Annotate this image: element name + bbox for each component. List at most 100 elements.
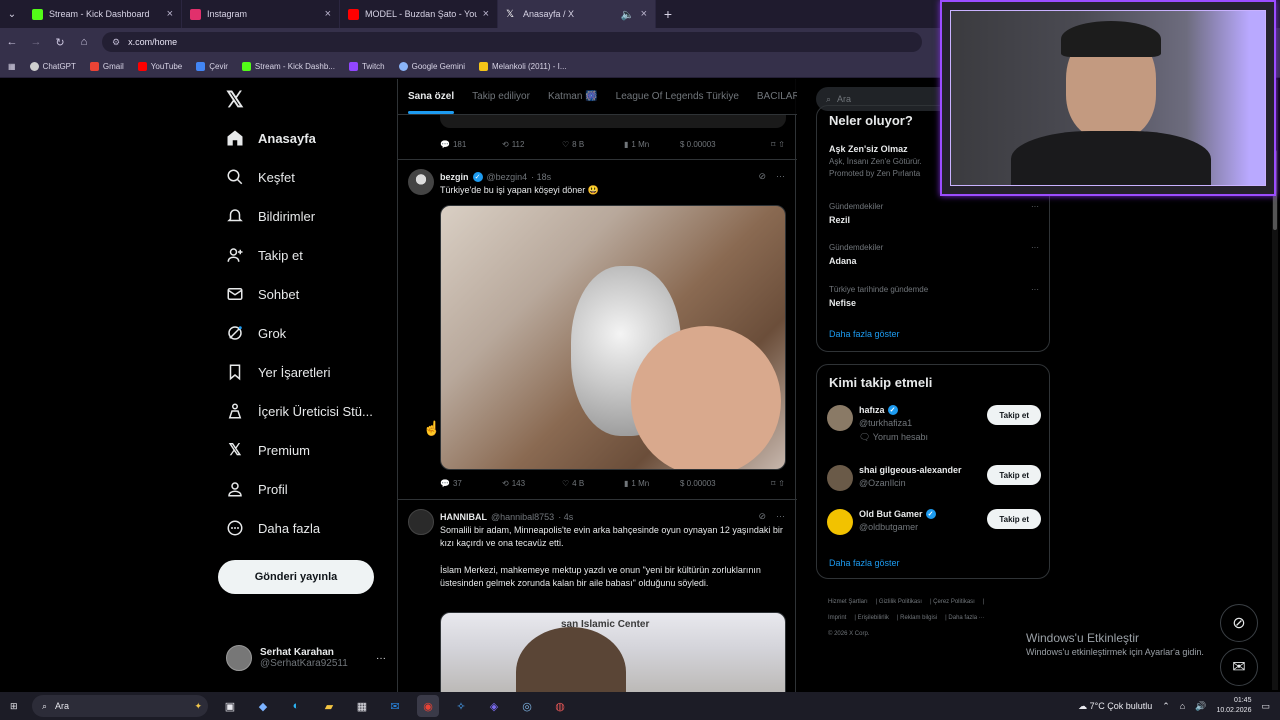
author-name[interactable]: bezgin <box>440 172 469 182</box>
footer-link[interactable]: Daha fazla ··· <box>948 615 984 621</box>
tab-kick[interactable]: Stream - Kick Dashboard × <box>24 0 182 28</box>
follow-button[interactable]: Takip et <box>987 509 1041 529</box>
url-field[interactable]: ⚙ x.com/home <box>102 32 922 52</box>
outlook-icon[interactable]: ✉ <box>384 695 406 717</box>
show-more-link[interactable]: Daha fazla göster <box>829 558 900 568</box>
nav-chat[interactable]: Sohbet <box>226 285 299 303</box>
nav-profile[interactable]: Profil <box>226 480 288 498</box>
site-info-icon[interactable]: ⚙ <box>112 37 120 48</box>
nav-home[interactable]: Anasayfa <box>226 129 316 147</box>
copilot-icon[interactable]: ◆ <box>252 695 274 717</box>
avatar[interactable] <box>408 509 434 535</box>
nav-explore[interactable]: Keşfet <box>226 168 295 186</box>
follow-button[interactable]: Takip et <box>987 465 1041 485</box>
network-icon[interactable]: ⌂ <box>1180 701 1185 711</box>
chrome-icon[interactable]: ◉ <box>417 695 439 717</box>
tweet-time[interactable]: · 4s <box>558 512 573 522</box>
follow-button[interactable]: Takip et <box>987 405 1041 425</box>
follow-suggestion[interactable]: Old But Gamer ✓ @oldbutgamer Takip et <box>827 509 1041 535</box>
bookmark-kick[interactable]: Stream - Kick Dashb... <box>241 62 335 71</box>
apps-icon[interactable]: ▦ <box>8 62 16 71</box>
grok-icon[interactable]: ⊘ <box>758 171 766 182</box>
tab-x[interactable]: 𝕏 Anasayfa / X 🔈 × <box>498 0 656 28</box>
tab-following[interactable]: Takip ediliyor <box>472 91 530 102</box>
messages-fab-button[interactable]: ✉ <box>1220 648 1258 686</box>
weather-widget[interactable]: ☁ 7°C Çok bulutlu <box>1078 701 1152 712</box>
trend-item[interactable]: Gündemdekiler Rezil ··· <box>829 202 1039 225</box>
author-handle[interactable]: @hannibal8753 <box>491 512 554 522</box>
footer-link[interactable]: Imprint <box>828 615 846 621</box>
footer-link[interactable]: Çerez Politikası <box>933 599 975 605</box>
footer-link[interactable]: Reklam bilgisi <box>900 615 937 621</box>
volume-icon[interactable]: 🔊 <box>1195 701 1206 712</box>
share-icon[interactable]: ⇧ <box>778 140 785 149</box>
close-icon[interactable]: × <box>325 8 331 20</box>
task-view-icon[interactable]: ▣ <box>219 695 241 717</box>
steam-icon[interactable]: ◎ <box>516 695 538 717</box>
edge-icon[interactable]: ◐ <box>285 695 307 717</box>
windows-start-icon[interactable]: ⊞ <box>10 701 18 712</box>
forward-icon[interactable]: → <box>24 36 48 48</box>
close-icon[interactable]: × <box>483 8 489 20</box>
tab-for-you[interactable]: Sana özel <box>408 91 455 114</box>
follow-suggestion[interactable]: shai gilgeous-alexander @OzanIlcin Takip… <box>827 465 1041 491</box>
chevron-up-icon[interactable]: ⌃ <box>1162 701 1170 712</box>
grok-icon[interactable]: ⊘ <box>758 511 766 522</box>
previous-video-media[interactable] <box>440 115 786 128</box>
nav-follow[interactable]: Takip et <box>226 246 303 264</box>
discord-icon[interactable]: ◈ <box>483 695 505 717</box>
footer-link[interactable]: Hizmet Şartları <box>828 599 868 605</box>
nav-more[interactable]: Daha fazla <box>226 519 320 537</box>
reload-icon[interactable]: ↻ <box>48 36 72 49</box>
close-icon[interactable]: × <box>641 8 647 20</box>
bookmark-icon[interactable]: ⌑ <box>771 479 775 488</box>
account-switcher[interactable]: Serhat Karahan @SerhatKara92511 ··· <box>226 645 386 671</box>
bookmark-translate[interactable]: Çevir <box>196 62 228 71</box>
bookmark-gemini[interactable]: Google Gemini <box>398 62 465 71</box>
bookmark-gmail[interactable]: Gmail <box>89 62 124 71</box>
nav-notifications[interactable]: Bildirimler <box>226 207 315 225</box>
grok-fab-button[interactable]: ⊘ <box>1220 604 1258 642</box>
bookmark-icon[interactable]: ⌑ <box>771 140 775 149</box>
app-icon[interactable]: ✧ <box>450 695 472 717</box>
nav-creator-studio[interactable]: İçerik Üreticisi Stü... <box>226 402 373 420</box>
trend-item[interactable]: Gündemdekiler Adana ··· <box>829 243 1039 266</box>
tab-youtube[interactable]: MODEL - Buzdan Şato - YouTube × <box>340 0 498 28</box>
obs-icon[interactable]: ◍ <box>549 695 571 717</box>
file-explorer-icon[interactable]: ▰ <box>318 695 340 717</box>
tweet-video[interactable] <box>440 205 786 470</box>
bookmark-twitch[interactable]: Twitch <box>348 62 385 71</box>
nav-premium[interactable]: 𝕏 Premium <box>226 441 310 459</box>
more-icon[interactable]: ··· <box>1031 202 1039 211</box>
new-tab-button[interactable]: + <box>656 6 680 22</box>
tab-bacilar[interactable]: BACILAR <box>757 91 797 102</box>
close-icon[interactable]: × <box>167 8 173 20</box>
follow-suggestion[interactable]: hafıza ✓ @turkhafiza1 🗨 Yorum hesabı Taki… <box>827 405 1041 443</box>
bookmark-youtube[interactable]: YouTube <box>137 62 182 71</box>
tab-instagram[interactable]: Instagram × <box>182 0 340 28</box>
speaker-icon[interactable]: 🔈 <box>621 8 635 21</box>
repost-button[interactable]: ⟲ 143 <box>502 479 562 488</box>
tab-search-icon[interactable]: ⌄ <box>0 9 24 20</box>
views-button[interactable]: ▮ 1 Mn <box>624 479 680 488</box>
notification-icon[interactable]: ▭ <box>1261 701 1270 712</box>
footer-link[interactable]: Gizlilik Politikası <box>879 599 922 605</box>
tab-lol-turkiye[interactable]: League Of Legends Türkiye <box>616 91 739 102</box>
tab-katman[interactable]: Katman 🎆 <box>548 91 598 102</box>
show-more-link[interactable]: Daha fazla göster <box>829 329 900 339</box>
post-button[interactable]: Gönderi yayınla <box>218 560 374 594</box>
bookmark-melankoli[interactable]: Melankoli (2011) - I... <box>478 62 567 71</box>
repost-button[interactable]: ⟲ 112 <box>502 140 562 149</box>
more-icon[interactable]: ··· <box>776 171 785 182</box>
footer-link[interactable]: Erişilebilirlik <box>858 615 889 621</box>
avatar[interactable] <box>408 169 434 195</box>
like-button[interactable]: ♡ 8 B <box>562 140 624 149</box>
taskbar-search[interactable]: ⌕ Ara ✦ <box>32 695 208 717</box>
nav-grok[interactable]: Grok <box>226 324 286 342</box>
reply-button[interactable]: 💬 181 <box>440 140 502 149</box>
views-button[interactable]: ▮ 1 Mn <box>624 140 680 149</box>
more-icon[interactable]: ··· <box>776 511 785 522</box>
home-icon[interactable]: ⌂ <box>72 36 96 48</box>
more-icon[interactable]: ··· <box>376 653 386 664</box>
store-icon[interactable]: ▦ <box>351 695 373 717</box>
